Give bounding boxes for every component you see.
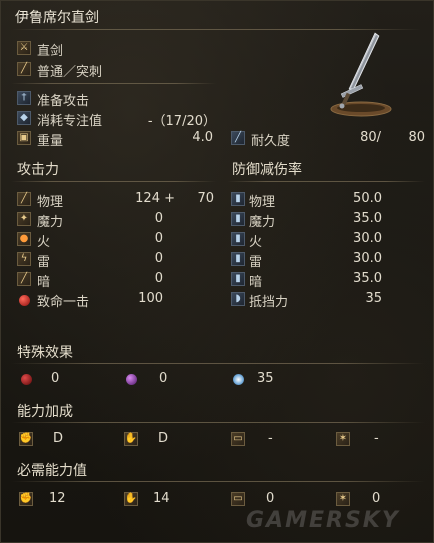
scaling-divider xyxy=(11,422,425,423)
durability-icon: ╱ xyxy=(231,131,245,145)
fp-cost-icon: ◆ xyxy=(17,111,31,125)
faith-req-icon: ✶ xyxy=(336,492,350,506)
fire-guard-icon: ▮ xyxy=(231,232,245,246)
special-effects-divider xyxy=(11,363,425,364)
strength-req-icon: ✊ xyxy=(19,492,33,506)
defense-stability-label: 抵挡力 xyxy=(249,295,289,310)
attack-lightning-label: 雷 xyxy=(37,255,51,270)
skill-name: 准备攻击 xyxy=(37,94,90,109)
attack-type-icon: ╱ xyxy=(17,62,31,76)
weight-value: 4.0 xyxy=(192,130,213,145)
durability-max: 80 xyxy=(408,130,425,145)
attack-dark-label: 暗 xyxy=(37,275,51,290)
critical-icon xyxy=(17,293,31,307)
stability-icon: ◗ xyxy=(231,292,245,306)
sword-icon: ╱ xyxy=(17,192,31,206)
scaling-dexterity-value: D xyxy=(158,431,169,446)
attack-physical-label: 物理 xyxy=(37,195,64,210)
attack-type: 普通／突刺 xyxy=(37,65,103,80)
type-divider xyxy=(11,83,216,84)
weight-icon: ▣ xyxy=(17,131,31,145)
fire-icon: ● xyxy=(17,232,31,246)
fp-cost-label: 消耗专注值 xyxy=(37,114,103,129)
attack-critical-value: 100 xyxy=(138,291,163,306)
attack-magic-label: 魔力 xyxy=(37,215,64,230)
scaling-faith-value: - xyxy=(374,431,379,446)
defense-lightning-label: 雷 xyxy=(249,255,263,270)
defense-physical-label: 物理 xyxy=(249,195,276,210)
defense-fire-value: 30.0 xyxy=(353,231,382,246)
attack-physical-bonus: 70 xyxy=(197,191,214,206)
lightning-icon: ϟ xyxy=(17,252,31,266)
defense-magic-value: 35.0 xyxy=(353,211,382,226)
intelligence-icon: ▭ xyxy=(231,432,245,446)
defense-divider xyxy=(227,181,425,182)
weight-label: 重量 xyxy=(37,134,64,149)
scaling-strength-value: D xyxy=(53,431,64,446)
attack-lightning-value: 0 xyxy=(154,251,163,266)
requirements-divider xyxy=(11,481,425,482)
weapon-type: 直剑 xyxy=(37,44,64,59)
attack-divider xyxy=(11,181,216,182)
dark-guard-icon: ▮ xyxy=(231,272,245,286)
defense-dark-label: 暗 xyxy=(249,275,263,290)
intelligence-req-icon: ▭ xyxy=(231,492,245,506)
faith-icon: ✶ xyxy=(336,432,350,446)
dexterity-req-icon: ✋ xyxy=(124,492,138,506)
attack-header: 攻击力 xyxy=(17,162,59,178)
requirement-faith-value: 0 xyxy=(372,491,381,506)
strength-icon: ✊ xyxy=(19,432,33,446)
attack-critical-label: 致命一击 xyxy=(37,295,90,310)
durability-label: 耐久度 xyxy=(251,134,291,149)
defense-lightning-value: 30.0 xyxy=(353,251,382,266)
weapon-name: 伊鲁席尔直剑 xyxy=(15,10,99,26)
requirement-intelligence-value: 0 xyxy=(266,491,275,506)
special-effects-header: 特殊效果 xyxy=(17,345,73,361)
bleed-value: 0 xyxy=(51,371,60,386)
lightning-guard-icon: ▮ xyxy=(231,252,245,266)
scaling-header: 能力加成 xyxy=(17,404,73,420)
weapon-info-panel: 伊鲁席尔直剑 ⚔ 直剑 ╱ 普通／突刺 † 准备攻击 ◆ 消耗专注值 -（17/… xyxy=(0,0,434,543)
attack-physical-value: 124 + xyxy=(135,191,175,206)
durability-current: 80/ xyxy=(360,130,381,145)
defense-fire-label: 火 xyxy=(249,235,263,250)
attack-dark-value: 0 xyxy=(154,271,163,286)
dexterity-icon: ✋ xyxy=(124,432,138,446)
frost-icon xyxy=(231,372,245,386)
attack-fire-value: 0 xyxy=(154,231,163,246)
magic-icon: ✦ xyxy=(17,212,31,226)
defense-magic-label: 魔力 xyxy=(249,215,276,230)
fp-cost-value: -（17/20） xyxy=(147,114,216,129)
requirements-header: 必需能力值 xyxy=(17,463,87,479)
magic-guard-icon: ▮ xyxy=(231,212,245,226)
defense-physical-value: 50.0 xyxy=(353,191,382,206)
frost-value: 35 xyxy=(257,371,274,386)
attack-magic-value: 0 xyxy=(154,211,163,226)
defense-header: 防御减伤率 xyxy=(232,162,302,178)
requirement-strength-value: 12 xyxy=(49,491,66,506)
bleed-icon xyxy=(19,372,33,386)
poison-icon xyxy=(124,372,138,386)
watermark: GAMERSKY xyxy=(246,508,400,533)
defense-stability-value: 35 xyxy=(365,291,382,306)
skill-icon: † xyxy=(17,91,31,105)
requirement-dexterity-value: 14 xyxy=(153,491,170,506)
scaling-intelligence-value: - xyxy=(268,431,273,446)
physical-guard-icon: ▮ xyxy=(231,192,245,206)
weapon-image xyxy=(330,32,392,117)
weapon-type-icon: ⚔ xyxy=(17,41,31,55)
poison-value: 0 xyxy=(159,371,168,386)
attack-fire-label: 火 xyxy=(37,235,51,250)
dark-icon: ╱ xyxy=(17,272,31,286)
defense-dark-value: 35.0 xyxy=(353,271,382,286)
